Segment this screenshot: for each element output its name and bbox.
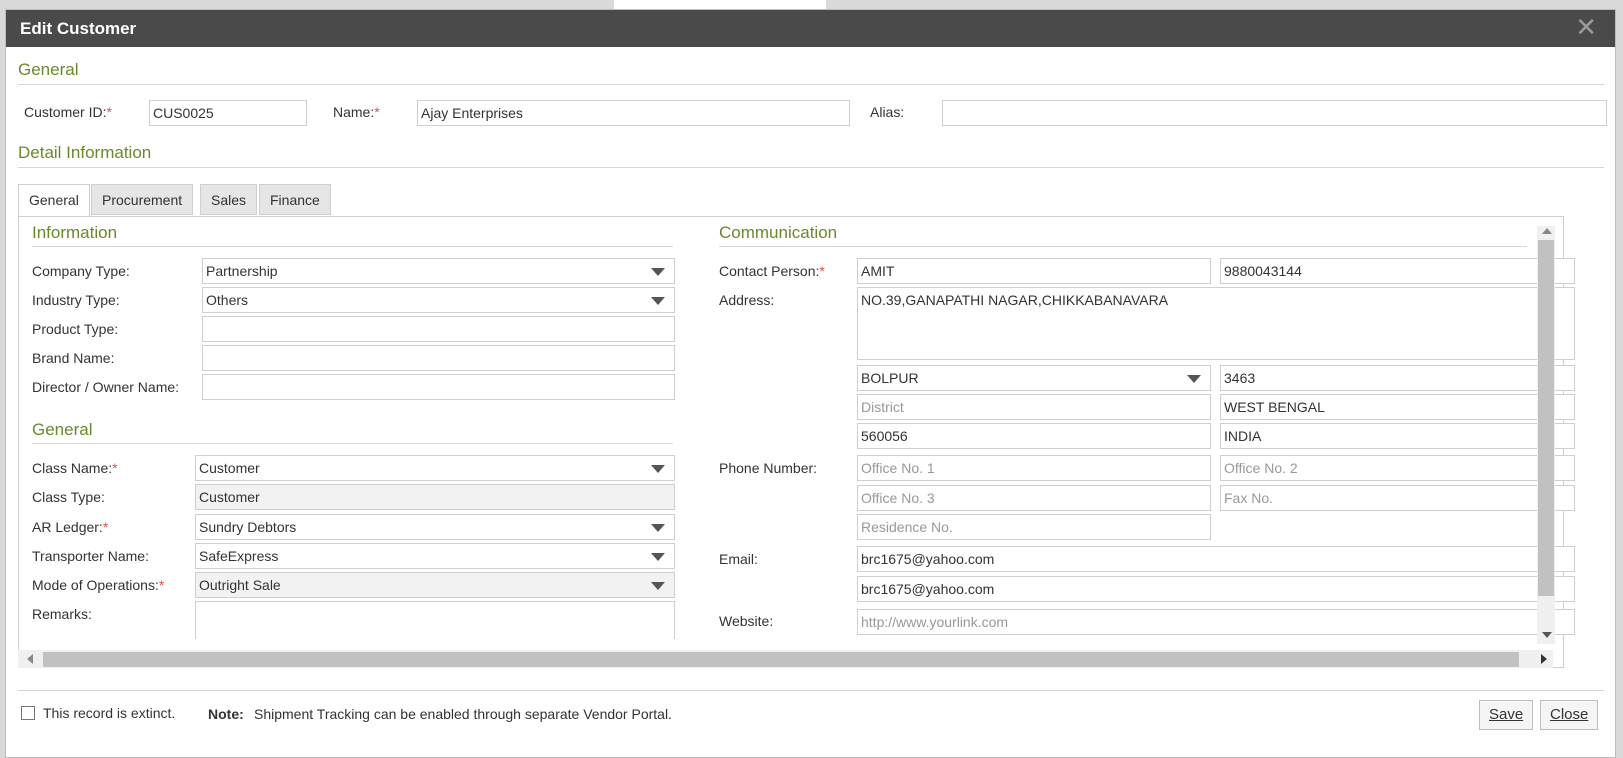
class-type-label: Class Type: xyxy=(32,489,105,505)
address-textarea[interactable]: NO.39,GANAPATHI NAGAR,CHIKKABANAVARA xyxy=(857,287,1575,360)
alias-input[interactable] xyxy=(942,100,1607,126)
customer-id-label: Customer ID:* xyxy=(24,104,112,120)
note-label: Note: xyxy=(208,706,244,722)
scroll-right-icon[interactable] xyxy=(1541,654,1547,664)
company-type-select[interactable]: Partnership xyxy=(202,258,675,284)
divider xyxy=(32,443,673,444)
scroll-down-icon[interactable] xyxy=(1542,632,1552,638)
ar-ledger-select[interactable]: Sundry Debtors xyxy=(195,514,675,540)
vertical-scroll-thumb[interactable] xyxy=(1538,240,1554,596)
product-type-label: Product Type: xyxy=(32,321,119,337)
tab-general[interactable]: General xyxy=(18,184,90,217)
general-sub-title: General xyxy=(32,420,93,439)
divider xyxy=(32,246,673,247)
director-owner-input[interactable] xyxy=(202,374,675,400)
horizontal-scroll-thumb[interactable] xyxy=(43,652,1519,667)
customer-id-input[interactable]: CUS0025 xyxy=(149,100,307,126)
divider xyxy=(719,246,1527,247)
brand-name-label: Brand Name: xyxy=(32,350,115,366)
remarks-label: Remarks: xyxy=(32,606,92,622)
pincode-input[interactable]: 560056 xyxy=(857,423,1211,449)
residence-input[interactable]: Residence No. xyxy=(857,514,1211,540)
general-section-title: General xyxy=(18,60,79,79)
tab-sales[interactable]: Sales xyxy=(200,184,258,215)
phone-number-label: Phone Number: xyxy=(719,460,818,476)
office-3-input[interactable]: Office No. 3 xyxy=(857,485,1211,511)
email-2-input[interactable]: brc1675@yahoo.com xyxy=(857,576,1575,602)
website-input[interactable]: http://www.yourlink.com xyxy=(857,609,1575,635)
communication-title: Communication xyxy=(719,223,838,242)
remarks-textarea[interactable] xyxy=(195,601,675,639)
detail-information-title: Detail Information xyxy=(18,143,152,162)
fax-input[interactable]: Fax No. xyxy=(1220,485,1575,511)
dialog-titlebar: Edit Customer ✕ xyxy=(6,10,1615,47)
mode-of-operations-label: Mode of Operations:* xyxy=(32,577,165,593)
district-input[interactable]: District xyxy=(857,394,1211,420)
save-button[interactable]: Save xyxy=(1479,700,1534,730)
close-button[interactable]: Close xyxy=(1540,700,1599,730)
transporter-name-select[interactable]: SafeExpress xyxy=(195,543,675,569)
close-icon[interactable]: ✕ xyxy=(1575,14,1597,40)
class-name-label: Class Name:* xyxy=(32,460,118,476)
office-1-input[interactable]: Office No. 1 xyxy=(857,455,1211,481)
class-name-select[interactable]: Customer xyxy=(195,455,675,481)
contact-person-input[interactable]: AMIT xyxy=(857,258,1211,284)
dialog-title: Edit Customer xyxy=(20,19,137,38)
city-select[interactable]: BOLPUR xyxy=(857,365,1211,391)
divider xyxy=(18,167,1604,168)
class-type-input: Customer xyxy=(195,484,675,510)
footer-divider xyxy=(18,690,1604,691)
country-input[interactable]: INDIA xyxy=(1220,423,1575,449)
extinct-checkbox[interactable] xyxy=(21,706,35,720)
background-window-tab xyxy=(614,0,826,9)
transporter-name-label: Transporter Name: xyxy=(32,548,149,564)
note-text: Shipment Tracking can be enabled through… xyxy=(254,706,672,722)
alias-label: Alias: xyxy=(870,104,905,120)
brand-name-input[interactable] xyxy=(202,345,675,371)
website-label: Website: xyxy=(719,613,774,629)
contact-phone-input[interactable]: 9880043144 xyxy=(1220,258,1575,284)
company-type-label: Company Type: xyxy=(32,263,130,279)
name-label: Name:* xyxy=(333,104,380,120)
industry-type-label: Industry Type: xyxy=(32,292,120,308)
product-type-input[interactable] xyxy=(202,316,675,342)
city-code-input[interactable]: 3463 xyxy=(1220,365,1575,391)
information-title: Information xyxy=(32,223,118,242)
state-input[interactable]: WEST BENGAL xyxy=(1220,394,1575,420)
extinct-label: This record is extinct. xyxy=(43,705,176,721)
address-label: Address: xyxy=(719,292,775,308)
scroll-up-icon[interactable] xyxy=(1542,228,1552,234)
name-input[interactable]: Ajay Enterprises xyxy=(417,100,850,126)
edit-customer-dialog: Edit Customer ✕ General Customer ID:* CU… xyxy=(5,9,1616,758)
scroll-left-icon[interactable] xyxy=(27,654,33,664)
director-owner-label: Director / Owner Name: xyxy=(32,379,180,395)
divider xyxy=(18,84,1604,85)
tab-finance[interactable]: Finance xyxy=(259,184,331,215)
office-2-input[interactable]: Office No. 2 xyxy=(1220,455,1575,481)
email-1-input[interactable]: brc1675@yahoo.com xyxy=(857,546,1575,572)
ar-ledger-label: AR Ledger:* xyxy=(32,519,109,535)
industry-type-select[interactable]: Others xyxy=(202,287,675,313)
mode-of-operations-select[interactable]: Outright Sale xyxy=(195,572,675,598)
contact-person-label: Contact Person:* xyxy=(719,263,825,279)
tab-procurement[interactable]: Procurement xyxy=(91,184,194,215)
email-label: Email: xyxy=(719,551,758,567)
